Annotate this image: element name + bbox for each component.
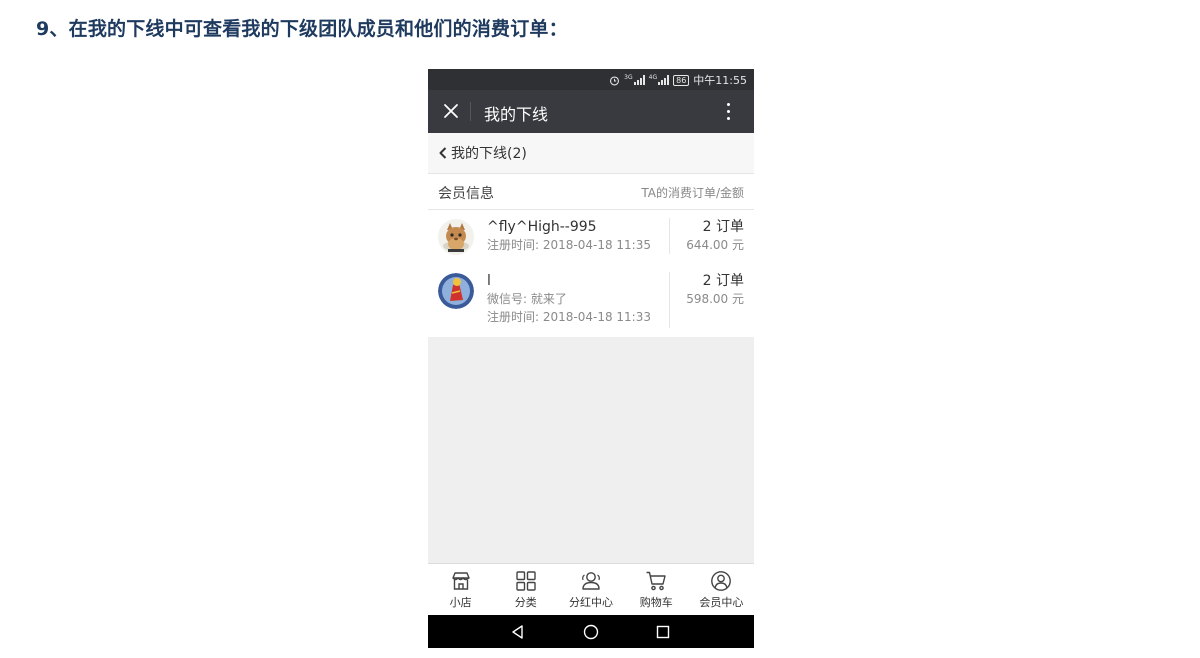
more-options-button[interactable] [716,99,740,123]
list-item[interactable]: l 微信号: 就来了 注册时间: 2018-04-18 11:33 2 订单 5… [428,264,754,336]
red-figure-avatar-icon [438,273,474,309]
member-amount: 644.00 元 [686,238,744,252]
signal-4g-label: 4G [648,74,658,81]
tab-label: 购物车 [639,596,673,609]
member-name: l [487,273,491,289]
close-button[interactable] [438,98,464,124]
close-icon [444,104,458,118]
circle-home-icon [583,624,599,640]
chevron-left-icon [439,147,447,159]
alarm-icon [610,75,620,85]
cart-icon [646,571,666,591]
back-link-label: 我的下线(2) [451,146,527,162]
member-stats: 2 订单 598.00 元 [686,272,744,308]
tab-cart[interactable]: 购物车 [624,564,689,616]
tab-label: 分红中心 [569,596,613,609]
android-nav-bar [428,615,754,648]
avatar [438,273,474,309]
status-bar: 3G 4G 86 中午11:55 [428,69,754,90]
title-bar: 我的下线 [428,90,754,133]
tab-label: 分类 [514,596,537,609]
more-vertical-icon [726,102,730,120]
android-recents-button[interactable] [654,623,672,641]
header-member-info: 会员信息 [438,186,494,202]
member-list-header: 会员信息 TA的消费订单/金额 [428,174,754,210]
avatar [438,219,474,255]
triangle-back-icon [512,625,523,639]
member-info: ^fly^High--995 注册时间: 2018-04-18 11:35 [487,218,651,254]
title-divider [470,102,471,121]
grid-icon [516,571,536,591]
member-orders: 2 订单 [702,273,744,289]
android-back-button[interactable] [509,623,527,641]
tab-dividend-center[interactable]: 分红中心 [558,564,623,616]
signal-bars-icon [633,75,645,85]
phone-screen: 3G 4G 86 中午11:55 我的下线 我的下线(2) 会员信息 TA的消费… [428,69,754,648]
tab-label: 会员中心 [699,596,744,609]
signal-3g: 3G [624,74,645,85]
tab-store[interactable]: 小店 [428,564,493,616]
member-name: ^fly^High--995 [487,219,597,235]
header-orders-amount: TA的消费订单/金额 [641,186,744,200]
member-orders: 2 订单 [702,219,744,235]
signal-3g-label: 3G [624,74,633,81]
store-icon [451,572,470,590]
page-title: 我的下线 [484,105,549,124]
tab-category[interactable]: 分类 [493,564,558,616]
status-right: 3G 4G 86 中午11:55 [609,72,747,88]
slide-title: 9、在我的下线中可查看我的下级团队成员和他们的消费订单： [36,18,568,40]
square-recents-icon [656,625,670,639]
list-item[interactable]: ^fly^High--995 注册时间: 2018-04-18 11:35 2 … [428,210,754,262]
android-home-button[interactable] [582,623,600,641]
tab-member-center[interactable]: 会员中心 [689,564,754,616]
member-stats: 2 订单 644.00 元 [686,218,744,254]
battery-icon: 86 [673,74,690,86]
signal-4g: 4G [648,74,670,85]
member-wechat: 微信号: 就来了 [487,292,567,306]
member-register-time: 注册时间: 2018-04-18 11:35 [487,238,651,252]
back-link[interactable]: 我的下线(2) [438,143,527,163]
bottom-tab-bar: 小店 分类 分红中心 购物车 会员中心 [428,563,754,616]
cat-avatar-icon [438,219,474,255]
member-amount: 598.00 元 [686,292,744,306]
signal-bars-icon [658,75,670,85]
user-circle-icon [711,571,732,591]
column-divider [669,218,670,254]
users-icon [582,572,600,590]
column-divider [669,272,670,328]
back-row: 我的下线(2) [428,133,754,174]
member-list: ^fly^High--995 注册时间: 2018-04-18 11:35 2 … [428,210,754,337]
member-register-time: 注册时间: 2018-04-18 11:33 [487,310,651,324]
member-info: l 微信号: 就来了 注册时间: 2018-04-18 11:33 [487,272,651,326]
status-time: 中午11:55 [693,74,747,87]
tab-label: 小店 [449,596,472,609]
